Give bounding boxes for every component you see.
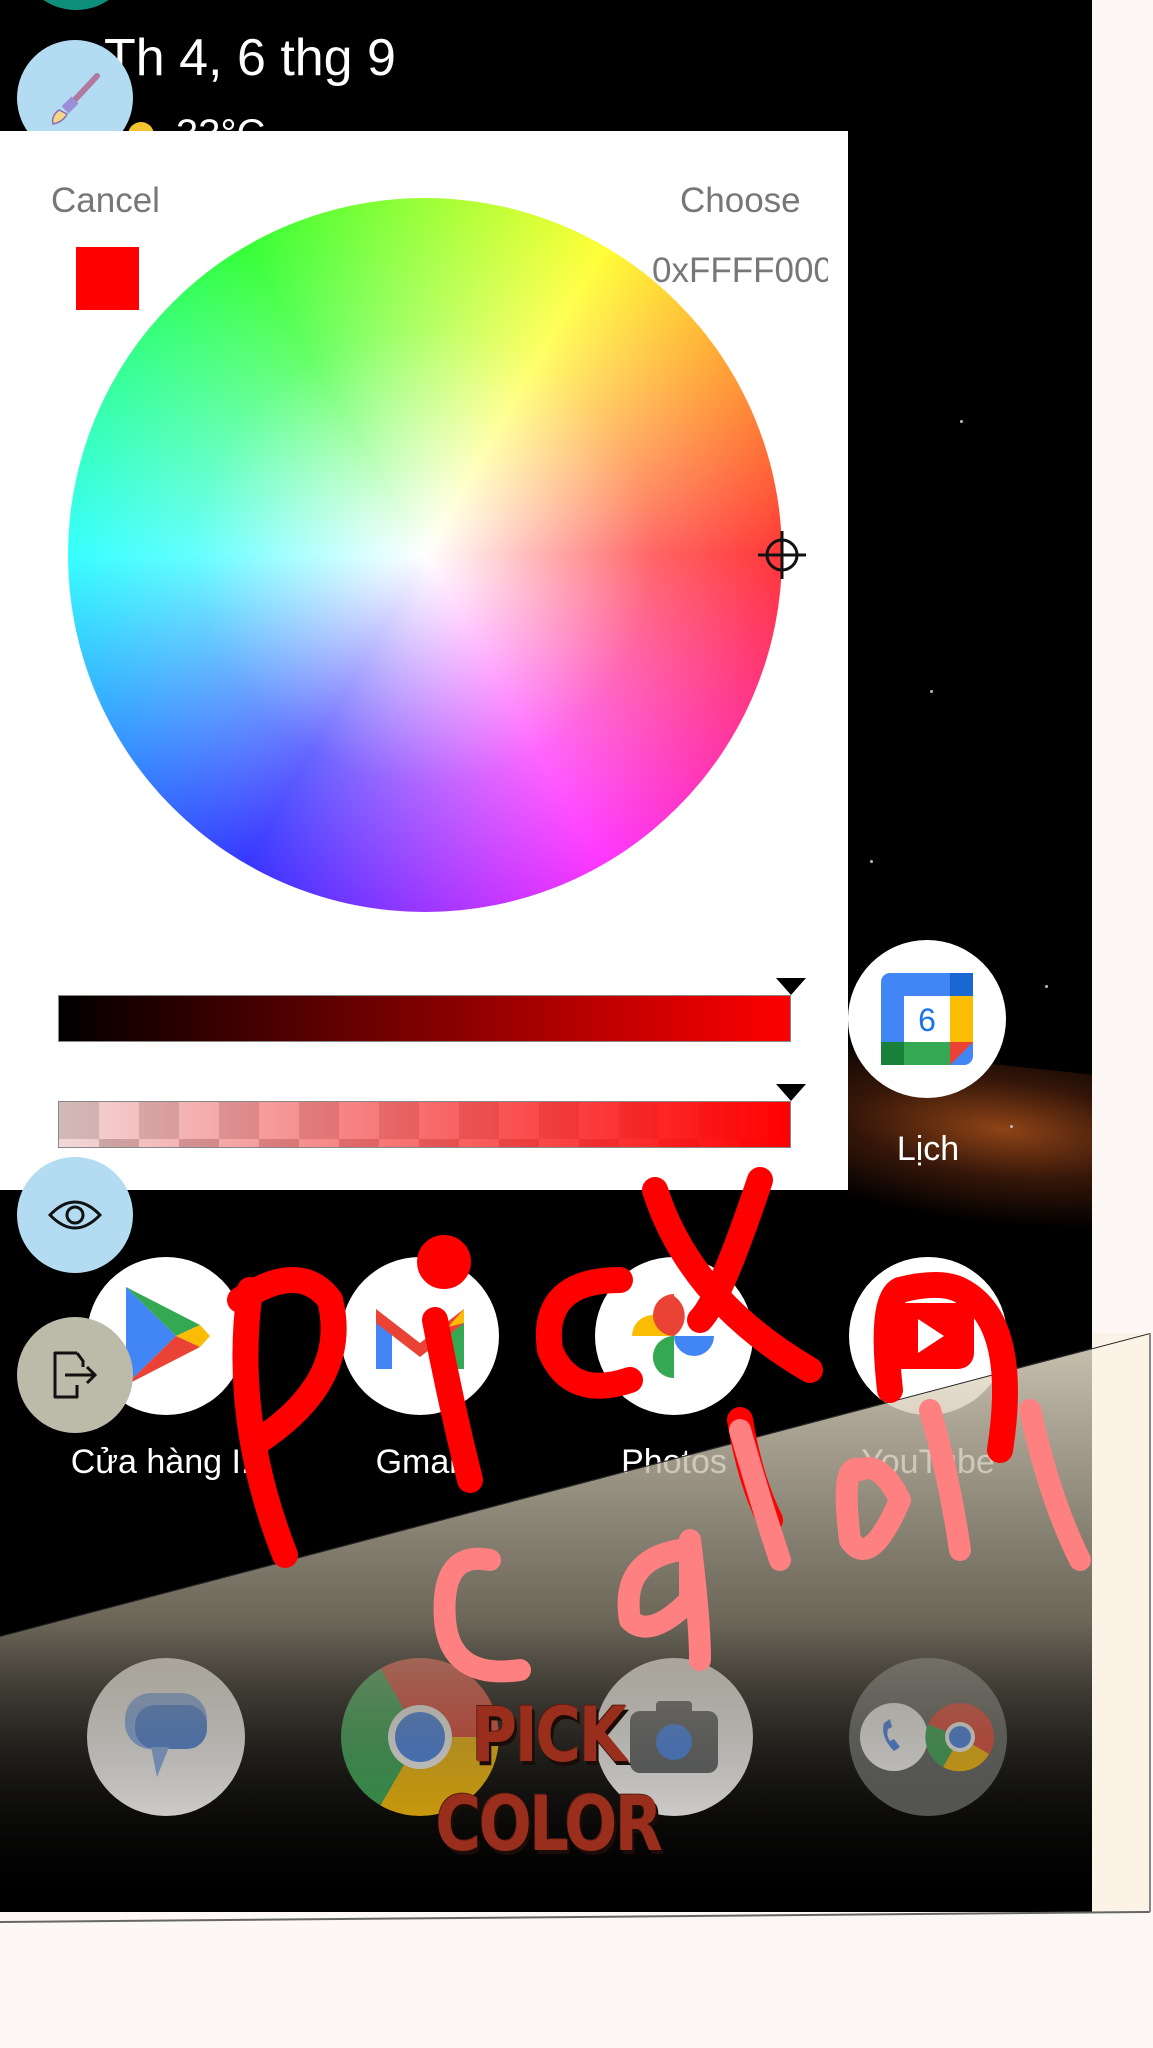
panel-right-margin <box>1092 1333 1150 1913</box>
photos-icon <box>632 1294 714 1378</box>
star <box>870 860 873 863</box>
star <box>930 690 933 693</box>
app-label-calendar: Lịch <box>896 1130 960 1168</box>
app-gmail[interactable] <box>341 1257 499 1415</box>
gmail-icon <box>376 1309 464 1369</box>
svg-text:6: 6 <box>918 1002 936 1038</box>
messages-icon <box>125 1693 207 1777</box>
alpha-gradient <box>59 1102 790 1147</box>
pick-color-title: PICK COLOR <box>435 1690 663 1868</box>
dock-folder[interactable] <box>849 1658 1007 1816</box>
paintbrush-icon <box>51 73 100 125</box>
app-label-youtube: YouTube <box>861 1443 995 1481</box>
alpha-slider[interactable] <box>58 1101 791 1148</box>
phone-chrome-folder-icon <box>860 1703 994 1772</box>
star <box>1045 985 1048 988</box>
dock-messages[interactable] <box>87 1658 245 1816</box>
hex-value-readout: 0xFFFF0000 <box>652 251 828 290</box>
panel-edge-bottom <box>0 1911 1151 1923</box>
wheel-saturation-overlay <box>68 198 782 912</box>
star <box>960 420 963 423</box>
app-youtube[interactable] <box>849 1257 1007 1415</box>
brightness-slider[interactable] <box>58 995 791 1042</box>
app-calendar[interactable]: 6 <box>848 940 1006 1098</box>
brightness-slider-thumb[interactable] <box>776 978 806 995</box>
exit-icon <box>53 1351 98 1399</box>
youtube-icon <box>882 1303 974 1369</box>
floating-eye-button[interactable] <box>17 1157 133 1273</box>
floating-bubble-top[interactable] <box>18 0 134 10</box>
wheel-crosshair-handle[interactable] <box>758 531 806 579</box>
app-label-play-store: Cửa hàng I... <box>70 1443 270 1481</box>
date-widget[interactable]: Th 4, 6 thg 9 <box>104 28 396 88</box>
star <box>1010 1125 1013 1128</box>
app-photos[interactable] <box>595 1257 753 1415</box>
calendar-icon: 6 <box>881 973 973 1065</box>
floating-exit-button[interactable] <box>17 1317 133 1433</box>
app-label-gmail: Gmail <box>375 1443 465 1481</box>
color-picker-dialog: Cancel Choose 0xFFFF0000 <box>0 131 848 1190</box>
hue-saturation-wheel[interactable] <box>68 198 782 912</box>
cancel-button[interactable]: Cancel <box>51 181 160 221</box>
eye-icon <box>47 1200 103 1230</box>
choose-button[interactable]: Choose <box>680 181 801 221</box>
app-label-photos: Photos <box>621 1443 727 1481</box>
alpha-slider-thumb[interactable] <box>776 1084 806 1101</box>
selected-color-swatch <box>76 247 139 310</box>
